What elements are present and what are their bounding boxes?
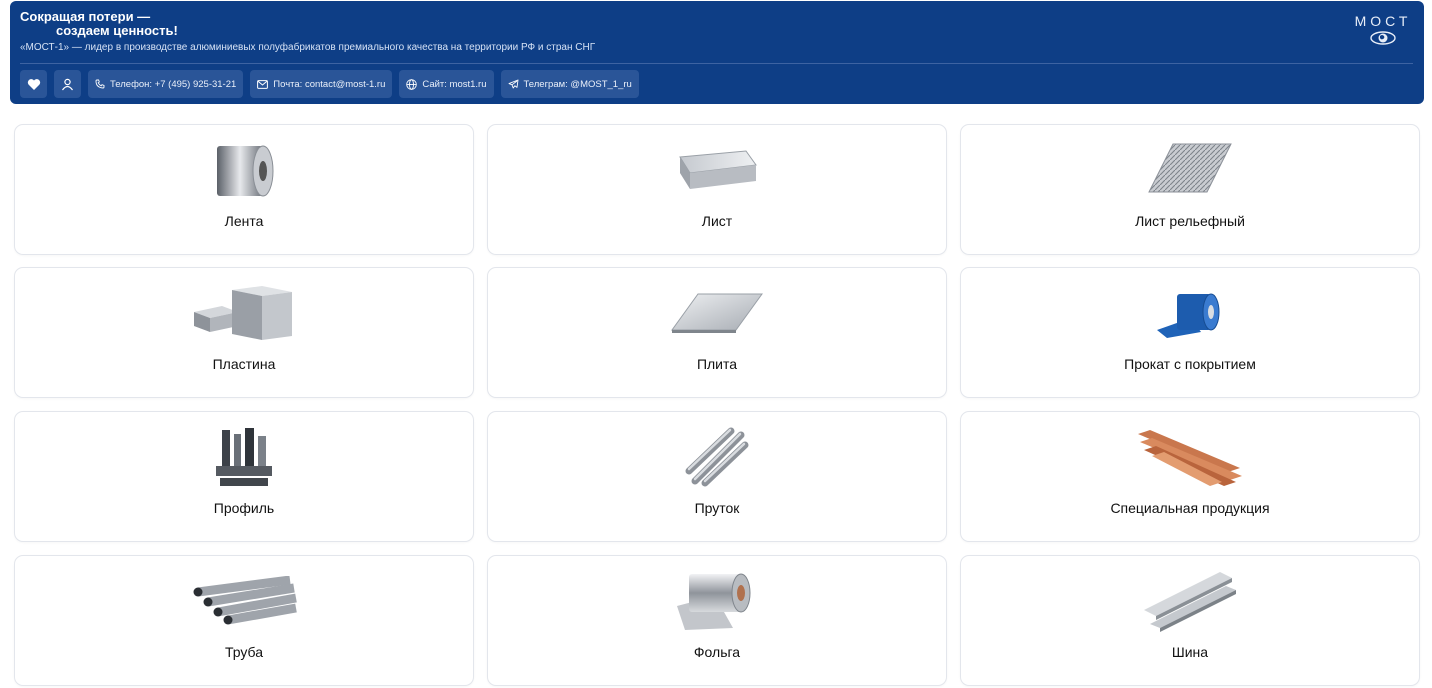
header-tagline: «МОСТ-1» — лидер в производстве алюминие… — [20, 42, 596, 53]
catalog-card-lenta[interactable]: Лента — [14, 124, 474, 255]
telegram-label: Телеграм: @MOST_1_ru — [523, 78, 632, 90]
foil-roll-icon — [662, 568, 772, 634]
catalog-card-label: Лист — [701, 213, 733, 229]
rods-icon — [662, 424, 772, 490]
catalog-card-plastina[interactable]: Пластина — [14, 267, 474, 398]
catalog-card-label: Труба — [224, 644, 264, 660]
logo-text: МОСТ — [1354, 13, 1412, 29]
mail-icon — [257, 79, 269, 89]
catalog-card-coated[interactable]: Прокат с покрытием — [960, 267, 1420, 398]
phone-icon — [95, 79, 105, 89]
brand-logo[interactable]: МОСТ — [1352, 13, 1414, 45]
telegram-icon — [508, 79, 518, 89]
coated-coil-icon — [1135, 280, 1245, 346]
site-button[interactable]: Сайт: most1.ru — [399, 70, 494, 98]
catalog-card-label: Прокат с покрытием — [1124, 356, 1256, 372]
header-title-line1: Сокращая потери — — [20, 9, 151, 24]
favorites-button[interactable] — [20, 70, 47, 98]
catalog-card-plita[interactable]: Плита — [487, 267, 947, 398]
telegram-button[interactable]: Телеграм: @MOST_1_ru — [500, 70, 639, 98]
header-actions: Телефон: +7 (495) 925-31-21 Почта: conta… — [20, 70, 639, 98]
bus-bars-icon — [1135, 568, 1245, 634]
catalog-card-folga[interactable]: Фольга — [487, 555, 947, 686]
profile-button[interactable] — [54, 70, 81, 98]
plate-blocks-icon — [189, 280, 299, 346]
catalog-card-label: Плита — [696, 356, 738, 372]
catalog-card-shina[interactable]: Шина — [960, 555, 1420, 686]
catalog-card-label: Пластина — [212, 356, 276, 372]
header-title-line2: создаем ценность! — [56, 23, 178, 38]
user-icon — [62, 78, 73, 90]
catalog-card-special[interactable]: Специальная продукция — [960, 411, 1420, 542]
catalog-card-label: Шина — [1171, 644, 1209, 660]
pipes-icon — [189, 568, 299, 634]
catalog-card-label: Фольга — [693, 644, 741, 660]
profiles-icon — [189, 424, 299, 490]
header-divider — [20, 63, 1413, 64]
sheet-icon — [662, 137, 772, 203]
site-header: Сокращая потери — создаем ценность! «МОС… — [10, 1, 1424, 104]
phone-button[interactable]: Телефон: +7 (495) 925-31-21 — [88, 70, 244, 98]
phone-label: Телефон: +7 (495) 925-31-21 — [110, 78, 237, 90]
email-button[interactable]: Почта: contact@most-1.ru — [250, 70, 393, 98]
catalog-card-label: Специальная продукция — [1110, 500, 1270, 516]
catalog-card-relief-sheet[interactable]: Лист рельефный — [960, 124, 1420, 255]
catalog-card-list[interactable]: Лист — [487, 124, 947, 255]
globe-logo-icon — [1370, 31, 1396, 45]
relief-sheet-icon — [1135, 137, 1245, 203]
copper-strips-icon — [1135, 424, 1245, 490]
catalog-card-label: Профиль — [213, 500, 275, 516]
catalog-card-label: Лента — [224, 213, 264, 229]
catalog-card-label: Лист рельефный — [1135, 213, 1245, 229]
catalog-card-prutok[interactable]: Пруток — [487, 411, 947, 542]
site-label: Сайт: most1.ru — [422, 78, 487, 90]
slab-icon — [662, 280, 772, 346]
heart-icon — [27, 78, 40, 90]
catalog-card-truba[interactable]: Труба — [14, 555, 474, 686]
coil-icon — [189, 137, 299, 203]
globe-icon — [406, 78, 418, 90]
email-label: Почта: contact@most-1.ru — [273, 78, 386, 90]
catalog-card-profil[interactable]: Профиль — [14, 411, 474, 542]
catalog-card-label: Пруток — [694, 500, 740, 516]
